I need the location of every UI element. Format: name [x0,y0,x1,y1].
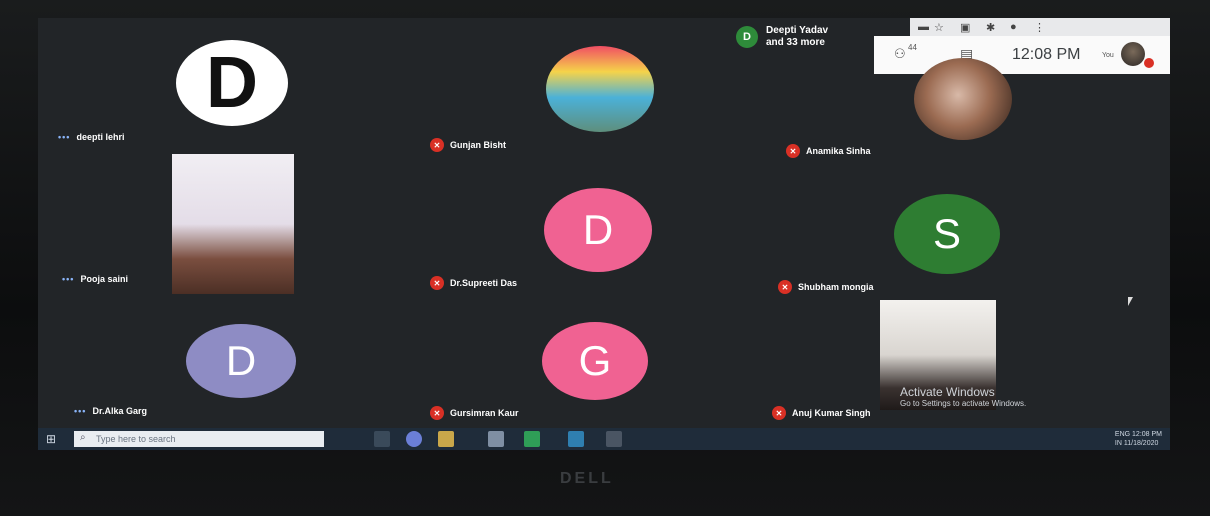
participant-avatar: S [894,194,1000,274]
tab-icon[interactable]: ▬ [918,21,929,33]
speaking-dots-icon: ••• [58,132,71,142]
participant-name-row: ✕ Gunjan Bisht [430,138,506,152]
participant-name: Pooja saini [80,274,128,284]
participant-name-row: ✕ Gursimran Kaur [430,406,519,420]
extension-icon[interactable]: ▣ [960,21,970,34]
app-icon[interactable] [568,431,584,447]
star-icon[interactable]: ☆ [934,21,944,34]
participant-name-row: ••• Pooja saini [62,274,128,284]
participant-name: Anamika Sinha [806,146,871,156]
profile-icon[interactable]: ● [1010,21,1017,33]
participant-video [172,154,294,294]
banner-avatar: D [736,26,758,48]
mute-icon: ✕ [778,280,792,294]
taskbar-search[interactable]: Type here to search [74,431,324,447]
tray-time: 12:08 PM [1132,431,1162,438]
activate-subtitle: Go to Settings to activate Windows. [900,399,1027,408]
you-label: You [1102,52,1114,59]
meeting-info-panel: ⚇ 44 ▤ 12:08 PM You [874,36,1170,74]
participant-name: Anuj Kumar Singh [792,408,871,418]
speaking-dots-icon: ••• [62,274,75,284]
participant-avatar: D [186,324,296,398]
lang1: ENG [1114,431,1131,438]
participant-name-row: ✕ Dr.Supreeti Das [430,276,517,290]
participant-name: Gursimran Kaur [450,408,519,418]
windows-taskbar: ⊞ Type here to search ⌕ ENG 12:08 PM IN … [38,428,1170,450]
participant-avatar: D [544,188,652,272]
task-view-icon[interactable] [374,431,390,447]
mute-icon: ✕ [772,406,786,420]
participant-name-row: ✕ Anamika Sinha [786,144,871,158]
puzzle-icon[interactable]: ✱ [986,21,995,34]
activate-windows-watermark: Activate Windows Go to Settings to activ… [900,385,1026,408]
presenter-banner: D Deepti Yadav and 33 more [736,22,886,54]
self-avatar[interactable] [1121,42,1145,66]
participant-name: deepti lehri [76,132,125,142]
banner-line1: Deepti Yadav [766,25,829,36]
banner-text: Deepti Yadav and 33 more [766,25,828,49]
participant-name: Gunjan Bisht [450,140,506,150]
participant-name-row: ••• deepti lehri [58,132,124,142]
windows-start-icon[interactable]: ⊞ [46,432,56,446]
excel-icon[interactable] [524,431,540,447]
speaking-dots-icon: ••• [74,406,87,416]
menu-icon[interactable]: ⋮ [1034,21,1045,34]
lang2: IN [1114,440,1122,447]
participant-name: Shubham mongia [798,282,874,292]
people-count: 44 [908,43,917,52]
participant-name: Dr.Alka Garg [92,406,147,416]
tray-date: 11/18/2020 [1123,440,1159,447]
mute-icon: ✕ [786,144,800,158]
participant-name-row: ••• Dr.Alka Garg [74,406,147,416]
dell-logo: DELL [560,470,614,487]
mute-icon: ✕ [430,406,444,420]
participant-name: Dr.Supreeti Das [450,278,518,288]
participant-avatar-image [914,58,1012,140]
search-icon: ⌕ [80,432,86,443]
browser-toolbar: ▬ ☆ ▣ ✱ ● ⋮ [910,18,1170,38]
participant-avatar-image [546,46,654,132]
app-icon[interactable] [488,431,504,447]
mute-icon: ✕ [430,138,444,152]
participant-avatar: G [542,322,648,400]
banner-line2: and 33 more [766,37,825,48]
participant-name-row: ✕ Shubham mongia [778,280,874,294]
system-tray: ENG 12:08 PM IN 11/18/2020 [1115,430,1162,448]
file-explorer-icon[interactable] [438,431,454,447]
activate-title: Activate Windows [900,385,995,399]
mouse-cursor-icon [1128,297,1138,306]
self-mute-icon [1144,58,1154,68]
store-icon[interactable] [606,431,622,447]
mute-icon: ✕ [430,276,444,290]
participant-avatar: D [176,40,288,126]
chrome-icon[interactable] [406,431,422,447]
people-icon[interactable]: ⚇ [894,46,906,62]
participant-name-row: ✕ Anuj Kumar Singh [772,406,871,420]
meet-screen: ▬ ☆ ▣ ✱ ● ⋮ D Deepti Yadav and 33 more ⚇… [38,18,1170,433]
clock: 12:08 PM [1012,46,1081,63]
